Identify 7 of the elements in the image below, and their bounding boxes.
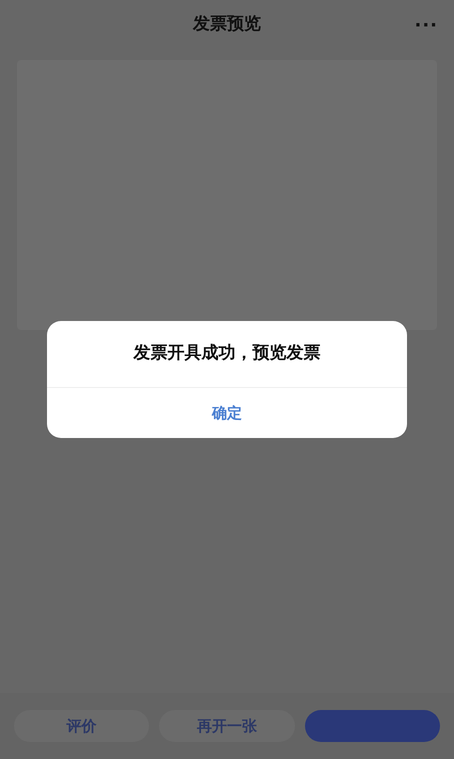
action-button[interactable] — [304, 710, 440, 742]
more-menu-button[interactable]: ··· — [414, 12, 438, 39]
page-title: 发票预览 — [193, 13, 261, 36]
dialog-message: 发票开具成功，预览发票 — [47, 321, 407, 388]
action-button[interactable]: 评价 — [14, 710, 150, 742]
confirm-button[interactable]: 确定 — [47, 388, 407, 438]
action-button[interactable]: 再开一张 — [159, 710, 295, 742]
